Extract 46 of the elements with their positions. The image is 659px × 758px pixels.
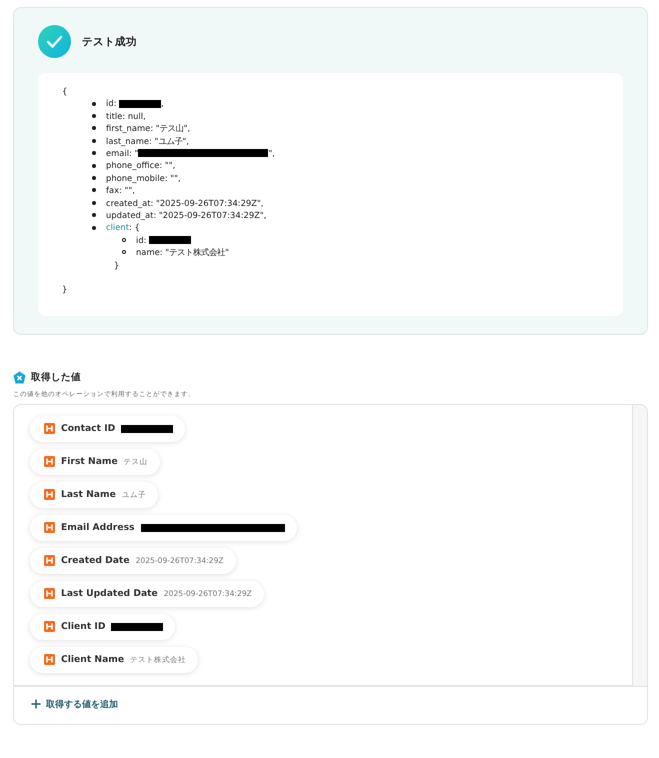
bullet-icon — [122, 250, 126, 254]
json-line: phone_mobile: "", — [92, 172, 599, 184]
value-chip[interactable]: Email Address — [30, 514, 297, 540]
bullet-icon — [92, 138, 96, 143]
brace: } — [62, 283, 68, 296]
bullet-icon — [92, 176, 96, 180]
app-logo-icon — [44, 555, 55, 566]
brace: { — [62, 85, 68, 98]
json-line: id: — [122, 234, 599, 246]
plus-icon — [31, 699, 41, 709]
brace: } — [113, 258, 120, 272]
bullet-icon — [92, 188, 96, 192]
json-line: email: " ", — [92, 147, 599, 160]
bullet-icon — [92, 151, 96, 156]
json-line: fax: "", — [92, 184, 599, 197]
json-line: created_at: "2025-09-26T07:34:29Z", — [92, 196, 599, 210]
app-logo-icon — [44, 489, 55, 500]
bullet-icon — [122, 238, 126, 242]
json-line: id: , — [92, 97, 599, 110]
app-logo-icon — [44, 654, 55, 665]
bullet-icon — [92, 114, 96, 118]
app-logo-icon — [44, 456, 55, 467]
value-chip[interactable]: Contact ID — [30, 416, 186, 442]
app-logo-icon — [44, 621, 55, 632]
json-line: client: { — [92, 221, 599, 234]
value-chip[interactable]: Client ID — [30, 614, 176, 640]
section-title: 取得した値 — [31, 370, 81, 384]
add-value-button[interactable]: 取得する値を追加 — [31, 698, 118, 710]
json-line: phone_office: "", — [92, 159, 599, 172]
bullet-icon — [92, 126, 96, 130]
app-logo-icon — [44, 423, 55, 434]
bullet-icon — [92, 213, 96, 218]
bullet-icon — [92, 200, 96, 205]
json-line: title: null, — [92, 110, 599, 122]
bullet-icon — [92, 226, 96, 230]
json-line: updated_at: "2025-09-26T07:34:29Z", — [92, 209, 599, 222]
check-circle-icon — [38, 25, 71, 58]
variable-icon — [13, 370, 26, 384]
bullet-icon — [92, 102, 96, 106]
json-line: first_name: "テス山", — [92, 122, 599, 135]
app-logo-icon — [44, 522, 55, 533]
json-line: last_name: "ユム子", — [92, 134, 599, 148]
app-logo-icon — [44, 588, 55, 599]
json-line: name: "テスト株式会社" — [122, 246, 599, 259]
bullet-icon — [92, 164, 96, 168]
result-title: テスト成功 — [82, 34, 137, 48]
